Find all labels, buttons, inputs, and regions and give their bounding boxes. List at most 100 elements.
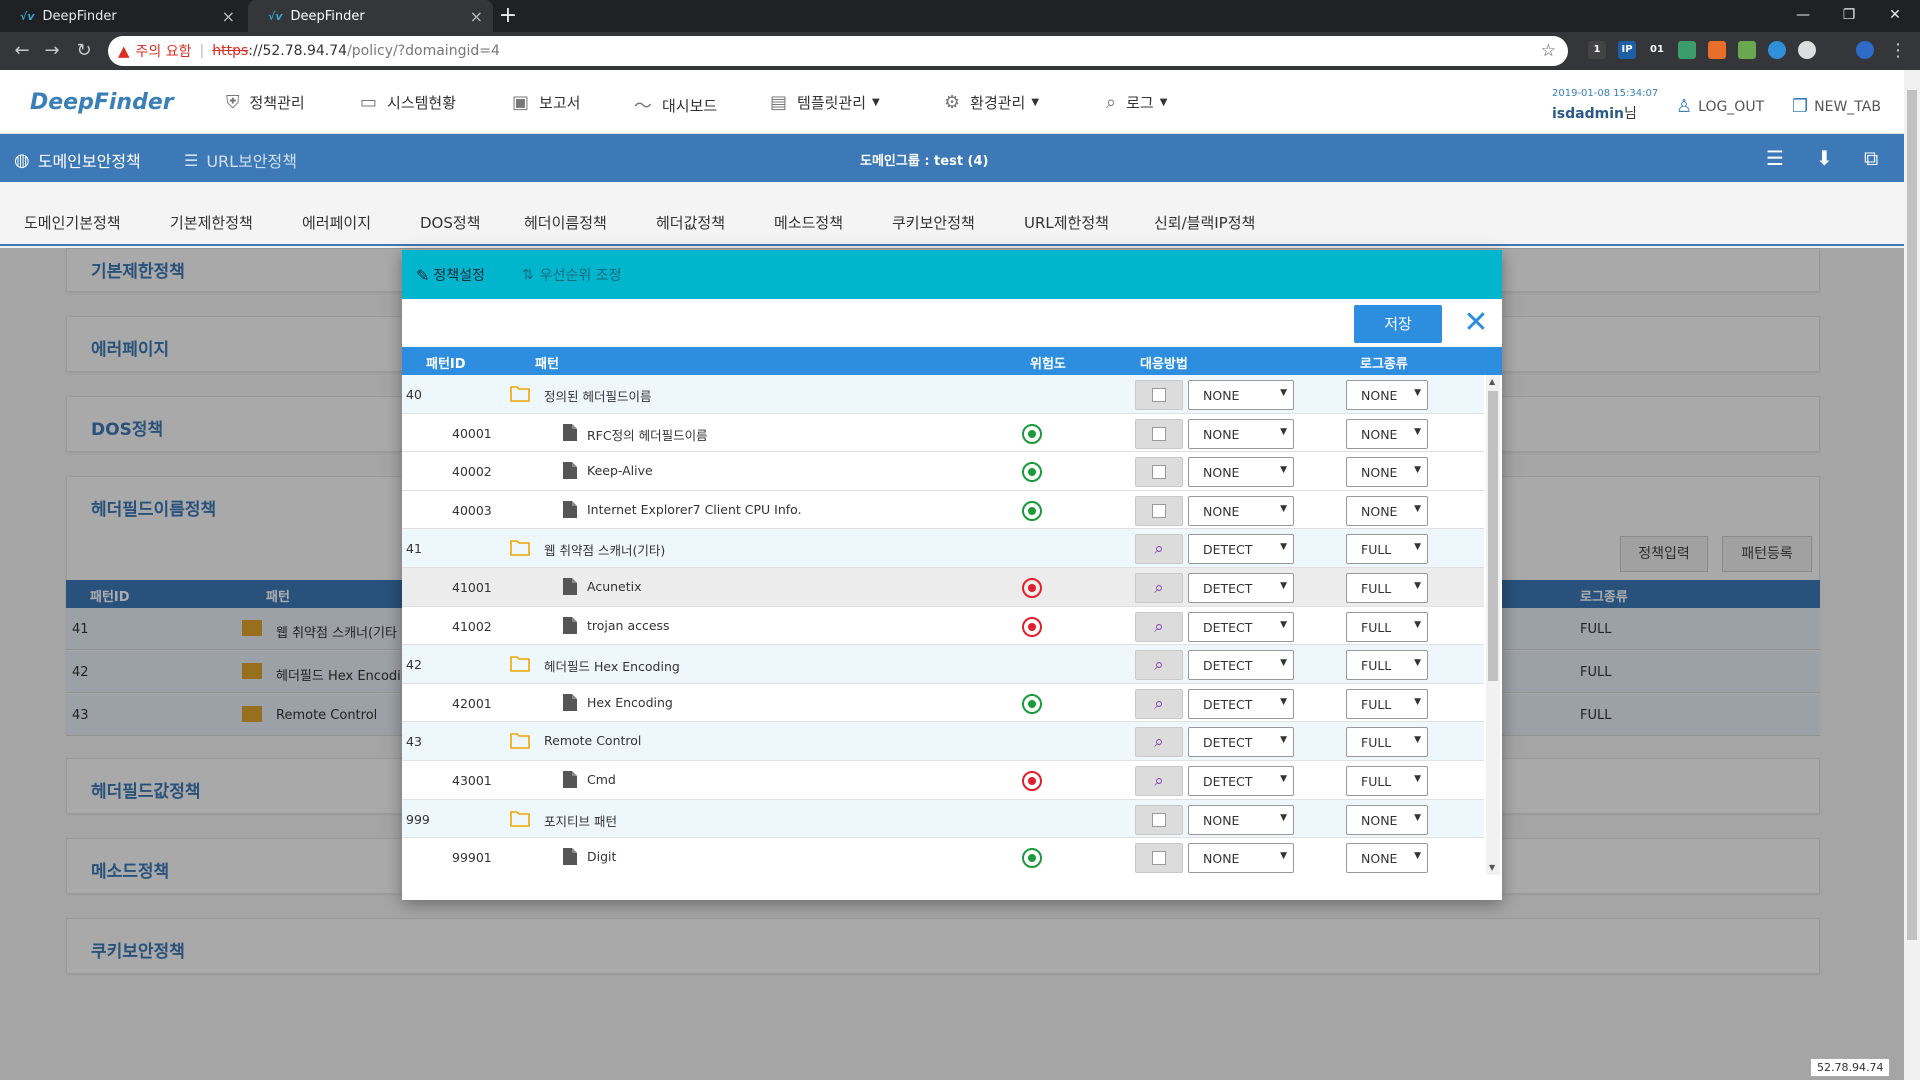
detect-action-button[interactable]: ⌕ [1135, 572, 1183, 603]
extension-shield-icon[interactable]: 1 [1588, 41, 1606, 59]
copy-icon[interactable]: ⧉ [1864, 146, 1878, 170]
menu-policy[interactable]: ⛨ 정책관리 [226, 92, 305, 113]
pattern-row[interactable]: 40001 RFC정의 헤더필드이름 NONE ▼ NONE ▼ [402, 414, 1484, 453]
pattern-row[interactable]: 41001 Acunetix ⌕ DETECT ▼ FULL ▼ [402, 567, 1484, 607]
action-select[interactable]: NONE ▼ [1188, 457, 1294, 488]
log-type-select[interactable]: FULL ▼ [1346, 572, 1428, 603]
menu-log[interactable]: ⌕ 로그 ▼ [1106, 92, 1167, 113]
domain-policy-link[interactable]: ◍ 도메인보안정책 [14, 148, 141, 172]
action-checkbox[interactable] [1135, 418, 1183, 449]
pattern-group-row[interactable]: 41 웹 취약점 스캐너(기타) ⌕ DETECT ▼ FULL ▼ [402, 529, 1484, 568]
menu-system-status[interactable]: ▭ 시스템현황 [360, 92, 456, 113]
pattern-group-row[interactable]: 42 헤더필드 Hex Encoding ⌕ DETECT ▼ FULL ▼ [402, 645, 1484, 684]
scroll-up-icon[interactable]: ▲ [1489, 377, 1495, 386]
forward-button[interactable]: → [40, 39, 64, 63]
log-type-select[interactable]: NONE ▼ [1346, 457, 1428, 488]
pattern-row[interactable]: 40002 Keep-Alive NONE ▼ NONE ▼ [402, 452, 1484, 491]
browser-tab[interactable]: √v DeepFinder × [0, 0, 245, 32]
menu-dashboard[interactable]: 〜 대시보드 [634, 92, 717, 118]
close-tab-icon[interactable]: × [470, 7, 483, 26]
action-select[interactable]: DETECT ▼ [1188, 765, 1294, 796]
action-checkbox[interactable] [1135, 380, 1183, 410]
action-select[interactable]: NONE ▼ [1188, 380, 1294, 410]
pattern-row[interactable]: 43001 Cmd ⌕ DETECT ▼ FULL ▼ [402, 761, 1484, 800]
scrollbar-thumb[interactable] [1907, 90, 1917, 940]
action-checkbox[interactable] [1135, 843, 1183, 874]
log-type-select[interactable]: FULL ▼ [1346, 650, 1428, 681]
extension-pin-icon[interactable] [1738, 41, 1756, 59]
action-select[interactable]: DETECT ▼ [1188, 611, 1294, 642]
action-select[interactable]: NONE ▼ [1188, 843, 1294, 874]
tab-method[interactable]: 메소드정책 [774, 212, 843, 233]
save-button[interactable]: 저장 [1354, 305, 1442, 343]
detect-action-button[interactable]: ⌕ [1135, 650, 1183, 681]
log-type-select[interactable]: FULL ▼ [1346, 765, 1428, 796]
action-select[interactable]: DETECT ▼ [1188, 534, 1294, 565]
scroll-down-icon[interactable]: ▼ [1489, 863, 1495, 872]
tab-policy-settings[interactable]: ✎ 정책설정 [416, 265, 485, 285]
tab-dos[interactable]: DOS정책 [420, 212, 480, 233]
newtab-button[interactable]: ❐ NEW_TAB [1792, 96, 1881, 117]
log-type-select[interactable]: NONE ▼ [1346, 804, 1428, 835]
tab-header-name[interactable]: 헤더이름정책 [524, 212, 607, 233]
detect-action-button[interactable]: ⌕ [1135, 765, 1183, 796]
detect-action-button[interactable]: ⌕ [1135, 611, 1183, 642]
restore-button[interactable]: ❐ [1826, 0, 1872, 32]
url-policy-link[interactable]: ☰ URL보안정책 [184, 148, 297, 172]
action-select[interactable]: NONE ▼ [1188, 495, 1294, 526]
pattern-row[interactable]: 41002 trojan access ⌕ DETECT ▼ FULL ▼ [402, 607, 1484, 646]
tab-priority-adjust[interactable]: ⇅ 우선순위 조정 [522, 265, 621, 285]
close-tab-icon[interactable]: × [222, 7, 235, 26]
log-type-select[interactable]: FULL ▼ [1346, 688, 1428, 719]
menu-report[interactable]: ▣ 보고서 [512, 92, 580, 113]
minimize-button[interactable]: — [1780, 0, 1826, 32]
app-logo[interactable]: DeepFinder [30, 90, 174, 115]
extension-01-icon[interactable]: 01 [1648, 41, 1666, 59]
tab-domain-basic[interactable]: 도메인기본정책 [24, 212, 121, 233]
pattern-row[interactable]: 99901 Digit NONE ▼ NONE ▼ [402, 838, 1484, 875]
browser-menu-icon[interactable]: ⋮ [1886, 39, 1910, 63]
pattern-group-row[interactable]: 43 Remote Control ⌕ DETECT ▼ FULL ▼ [402, 722, 1484, 761]
menu-environment[interactable]: ⚙ 환경관리 ▼ [944, 92, 1039, 113]
action-select[interactable]: DETECT ▼ [1188, 688, 1294, 719]
tab-url-limit[interactable]: URL제한정책 [1024, 212, 1109, 233]
bookmark-star-icon[interactable]: ☆ [1541, 41, 1556, 61]
extension-globe-icon[interactable] [1768, 41, 1786, 59]
tab-header-value[interactable]: 헤더값정책 [656, 212, 725, 233]
action-select[interactable]: DETECT ▼ [1188, 727, 1294, 758]
action-checkbox[interactable] [1135, 804, 1183, 835]
extension-orange-icon[interactable] [1708, 41, 1726, 59]
extension-ip-icon[interactable]: IP [1618, 41, 1636, 59]
new-tab-button[interactable]: + [496, 5, 520, 29]
close-icon[interactable]: ✕ [1460, 308, 1492, 340]
detect-action-button[interactable]: ⌕ [1135, 688, 1183, 719]
reload-button[interactable]: ↻ [72, 39, 96, 63]
action-select[interactable]: NONE ▼ [1188, 804, 1294, 835]
extension-circle-icon[interactable] [1798, 41, 1816, 59]
pattern-group-row[interactable]: 40 정의된 헤더필드이름 NONE ▼ NONE ▼ [402, 375, 1484, 414]
extension-mountain-icon[interactable] [1678, 41, 1696, 59]
log-type-select[interactable]: FULL ▼ [1346, 727, 1428, 758]
tab-basic-limit[interactable]: 기본제한정책 [170, 212, 253, 233]
menu-template[interactable]: ▤ 템플릿관리 ▼ [770, 92, 880, 113]
detect-action-button[interactable]: ⌕ [1135, 727, 1183, 758]
action-checkbox[interactable] [1135, 495, 1183, 526]
address-bar[interactable]: ▲ 주의 요함 | https ://52.78.94.74 /policy/?… [108, 36, 1568, 66]
pattern-row[interactable]: 40003 Internet Explorer7 Client CPU Info.… [402, 491, 1484, 530]
action-select[interactable]: NONE ▼ [1188, 418, 1294, 449]
log-type-select[interactable]: NONE ▼ [1346, 380, 1428, 410]
action-select[interactable]: DETECT ▼ [1188, 572, 1294, 603]
profile-avatar[interactable] [1856, 41, 1874, 59]
page-scrollbar[interactable] [1904, 70, 1920, 1080]
log-type-select[interactable]: FULL ▼ [1346, 534, 1428, 565]
close-window-button[interactable]: ✕ [1872, 0, 1918, 32]
tab-cookie[interactable]: 쿠키보안정책 [892, 212, 975, 233]
download-icon[interactable]: ⬇ [1816, 146, 1833, 170]
action-select[interactable]: DETECT ▼ [1188, 650, 1294, 681]
pattern-row[interactable]: 42001 Hex Encoding ⌕ DETECT ▼ FULL ▼ [402, 684, 1484, 723]
log-type-select[interactable]: NONE ▼ [1346, 843, 1428, 874]
modal-scrollbar[interactable]: ▲ ▼ [1486, 375, 1500, 875]
tab-trust-black-ip[interactable]: 신뢰/블랙IP정책 [1154, 212, 1255, 233]
log-type-select[interactable]: FULL ▼ [1346, 611, 1428, 642]
back-button[interactable]: ← [10, 39, 34, 63]
